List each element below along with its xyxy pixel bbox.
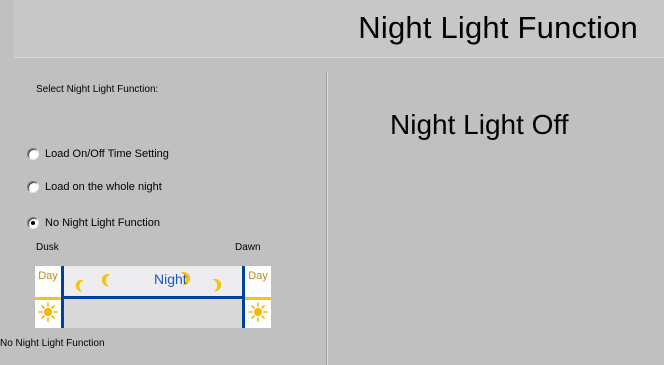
night-label: Night [154, 271, 187, 287]
title-bar: Night Light Function [14, 0, 664, 58]
night-light-status-panel: Night Light Off [328, 58, 664, 365]
crescent-moon-icon [101, 273, 111, 287]
right-day-label: Day [248, 270, 268, 282]
load-on-off-time-setting-option[interactable]: Load On/Off Time Setting [27, 146, 169, 162]
radio-button-icon[interactable] [27, 148, 39, 160]
no-night-light-function-label: No Night Light Function [45, 216, 160, 229]
load-whole-night-option[interactable]: Load on the whole night [27, 179, 162, 195]
load-whole-night-label: Load on the whole night [45, 180, 162, 193]
radio-button-icon[interactable] [27, 217, 39, 229]
left-day-period: Day [35, 266, 61, 328]
selected-function-description: No Night Light Function [0, 338, 105, 349]
right-day-period: Day [245, 266, 271, 328]
radio-button-icon[interactable] [27, 181, 39, 193]
dawn-label: Dawn [235, 242, 261, 253]
right-day-band [245, 297, 271, 300]
crescent-moon-icon [75, 279, 84, 292]
night-light-options-panel: Select Night Light Function: Load On/Off… [0, 58, 326, 365]
night-period: Night [61, 266, 245, 296]
no-night-light-function-option[interactable]: No Night Light Function [27, 215, 160, 231]
sun-icon [248, 302, 268, 322]
load-on-off-time-setting-label: Load On/Off Time Setting [45, 147, 169, 160]
night-light-timeline: Night Day Day [35, 266, 271, 328]
page-title: Night Light Function [358, 10, 638, 45]
night-period-line [61, 296, 245, 299]
left-day-label: Day [38, 270, 58, 282]
night-light-status: Night Light Off [390, 109, 569, 140]
dusk-label: Dusk [36, 242, 59, 253]
sun-icon [38, 302, 58, 322]
left-day-band [35, 297, 61, 300]
select-function-label: Select Night Light Function: [36, 84, 159, 95]
night-light-window: Night Light Function Select Night Light … [0, 0, 664, 365]
crescent-moon-icon [212, 278, 222, 292]
